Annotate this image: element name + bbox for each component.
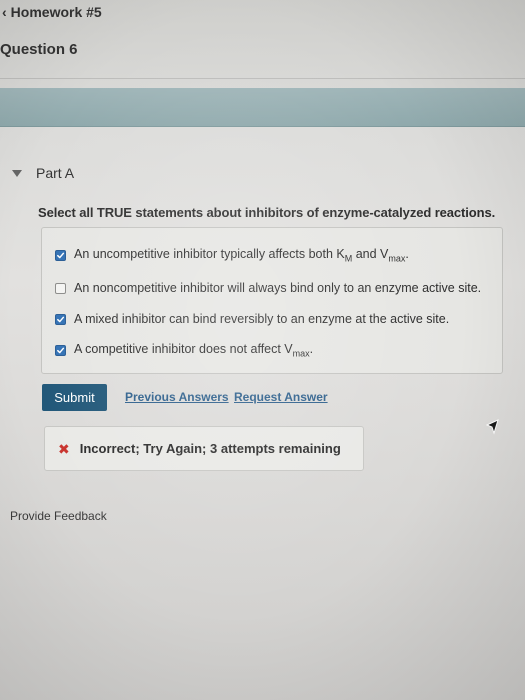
chevron-left-icon: ‹ <box>2 4 7 20</box>
choice-noncompetitive[interactable]: An noncompetitive inhibitor will always … <box>55 281 481 295</box>
part-a-toggle[interactable]: Part A <box>12 165 74 181</box>
choice-uncompetitive[interactable]: An uncompetitive inhibitor typically aff… <box>55 247 409 264</box>
mouse-cursor-icon <box>485 419 499 435</box>
question-banner <box>0 88 525 127</box>
question-title: Question 6 <box>0 41 78 58</box>
checkbox-checked-icon[interactable] <box>55 313 66 325</box>
choice-label: A competitive inhibitor does not affect … <box>74 342 314 359</box>
incorrect-x-icon: ✖ <box>58 440 70 457</box>
divider <box>0 78 525 79</box>
choice-label: An noncompetitive inhibitor will always … <box>74 281 482 295</box>
checkbox-checked-icon[interactable] <box>55 344 66 356</box>
submit-button[interactable]: Submit <box>42 384 107 411</box>
question-prompt: Select all TRUE statements about inhibit… <box>38 205 496 220</box>
homework-label: Homework #5 <box>10 4 102 20</box>
previous-answers-link[interactable]: Previous Answers <box>125 390 229 404</box>
checkbox-checked-icon[interactable] <box>55 249 66 261</box>
part-label: Part A <box>36 165 75 181</box>
choice-mixed[interactable]: A mixed inhibitor can bind reversibly to… <box>55 312 449 326</box>
provide-feedback-link[interactable]: Provide Feedback <box>10 509 107 523</box>
choice-label: An uncompetitive inhibitor typically aff… <box>74 247 409 264</box>
caret-down-icon <box>12 169 22 177</box>
choice-competitive[interactable]: A competitive inhibitor does not affect … <box>55 342 313 359</box>
feedback-status-text: Incorrect; Try Again; 3 attempts remaini… <box>79 441 341 456</box>
checkbox-unchecked-icon[interactable] <box>55 282 66 294</box>
choices-list: An uncompetitive inhibitor typically aff… <box>41 227 503 374</box>
back-to-homework-link[interactable]: ‹ Homework #5 <box>2 4 102 20</box>
request-answer-link[interactable]: Request Answer <box>234 390 328 404</box>
answer-feedback: ✖ Incorrect; Try Again; 3 attempts remai… <box>44 426 364 471</box>
choice-label: A mixed inhibitor can bind reversibly to… <box>74 312 450 326</box>
